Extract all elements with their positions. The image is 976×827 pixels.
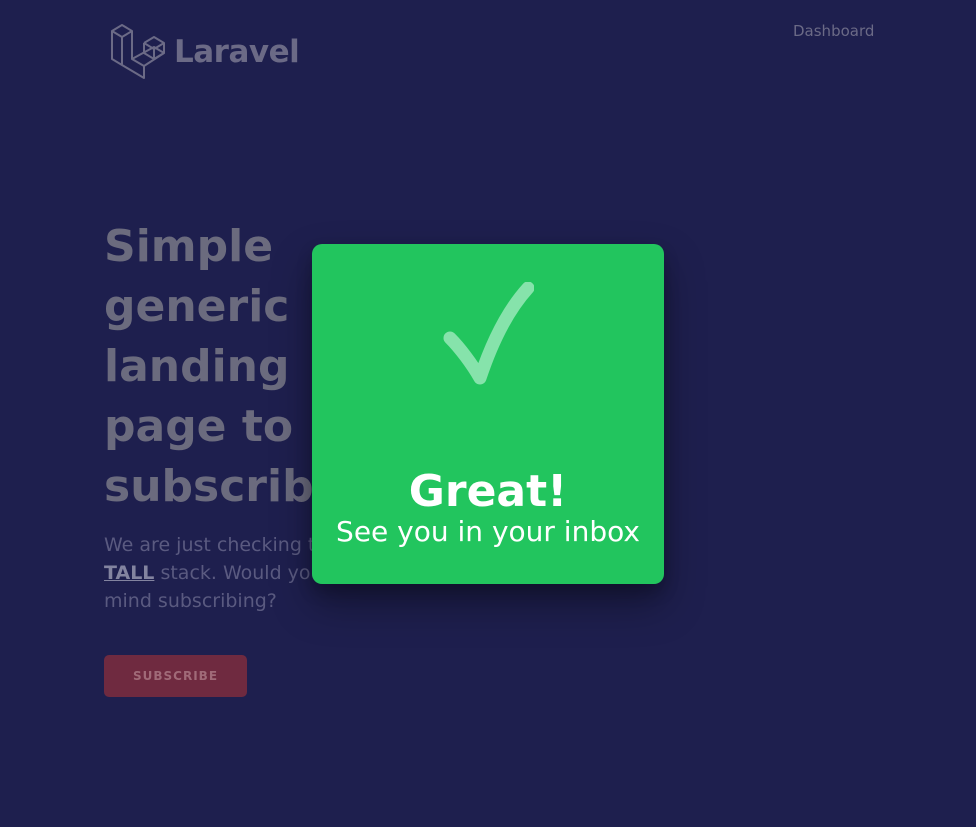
tall-link[interactable]: TALL: [104, 562, 154, 584]
laravel-logo-icon: [111, 24, 165, 79]
hero-title-line: subscribe: [104, 461, 344, 512]
hero-desc-line: TALL stack. Would you: [104, 559, 334, 587]
modal-title: Great!: [408, 466, 568, 517]
subscribe-button[interactable]: Subscribe: [104, 655, 247, 697]
hero-title-line: generic: [104, 281, 290, 332]
landing-page: Laravel Dashboard Simple generic landing…: [0, 0, 976, 827]
hero-desc-line: We are just checking the: [104, 534, 340, 556]
laravel-logo[interactable]: Laravel: [109, 23, 300, 80]
hero-desc-line: mind subscribing?: [104, 590, 277, 612]
modal-subtitle: See you in your inbox: [336, 515, 640, 548]
success-modal[interactable]: Great! See you in your inbox: [312, 244, 664, 584]
hero-title: Simple generic landing page to subscribe: [104, 217, 344, 517]
checkmark-icon: [443, 282, 534, 385]
hero-title-line: page to: [104, 401, 294, 452]
hero-description: We are just checking the TALL stack. Wou…: [104, 531, 340, 615]
hero-title-line: Simple: [104, 221, 274, 272]
dashboard-link[interactable]: Dashboard: [793, 22, 874, 40]
hero-title-line: landing: [104, 341, 290, 392]
hero-desc-text: stack. Would you: [154, 562, 323, 584]
logo-text: Laravel: [174, 33, 300, 70]
